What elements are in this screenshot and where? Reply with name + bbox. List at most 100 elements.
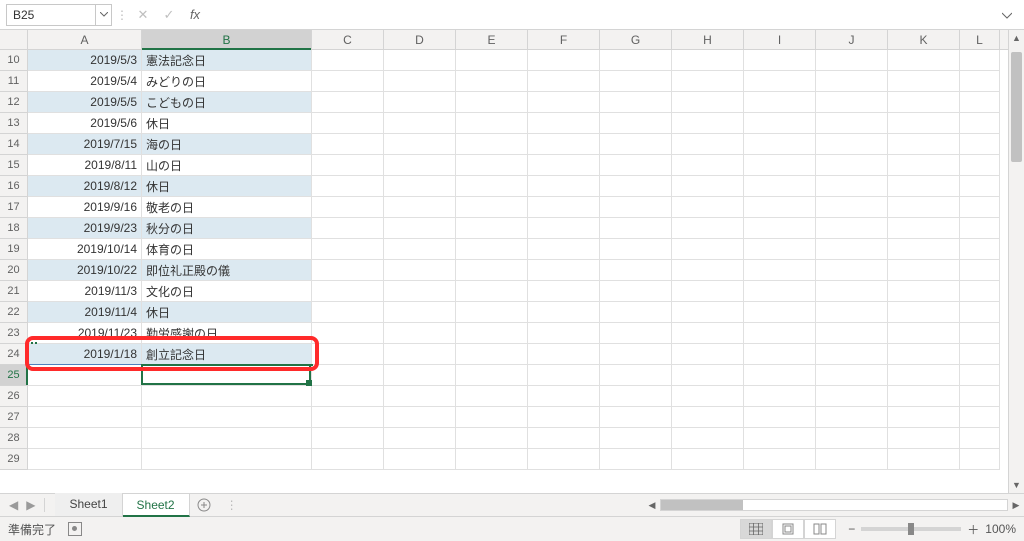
cell[interactable]: 2019/10/14: [28, 239, 142, 260]
grid[interactable]: ABCDEFGHIJKL 102019/5/3憲法記念日112019/5/4みど…: [0, 30, 1008, 493]
cell[interactable]: [672, 428, 744, 449]
cell[interactable]: [28, 449, 142, 470]
cell[interactable]: [456, 407, 528, 428]
cell[interactable]: [456, 281, 528, 302]
cell[interactable]: 2019/1/18: [28, 344, 142, 365]
cell[interactable]: [672, 260, 744, 281]
cell[interactable]: [816, 155, 888, 176]
cell[interactable]: [816, 113, 888, 134]
row-header[interactable]: 21: [0, 281, 28, 302]
cell[interactable]: [600, 365, 672, 386]
cell[interactable]: 2019/5/5: [28, 92, 142, 113]
cell[interactable]: [456, 344, 528, 365]
cell[interactable]: 敬老の日: [142, 197, 312, 218]
cell[interactable]: [28, 428, 142, 449]
cell[interactable]: [888, 365, 960, 386]
cell[interactable]: [888, 302, 960, 323]
cell[interactable]: [960, 218, 1000, 239]
cell[interactable]: [312, 281, 384, 302]
cell[interactable]: [312, 113, 384, 134]
cell[interactable]: [456, 386, 528, 407]
cell[interactable]: [744, 365, 816, 386]
cell[interactable]: [312, 344, 384, 365]
cell[interactable]: [456, 428, 528, 449]
cell[interactable]: [744, 113, 816, 134]
cell[interactable]: 憲法記念日: [142, 50, 312, 71]
cell[interactable]: [528, 71, 600, 92]
scroll-right-icon[interactable]: ▶: [1008, 500, 1024, 511]
cell[interactable]: [600, 281, 672, 302]
cell[interactable]: [744, 428, 816, 449]
cell[interactable]: [960, 155, 1000, 176]
cell[interactable]: [816, 134, 888, 155]
cell[interactable]: [816, 449, 888, 470]
cell[interactable]: [600, 134, 672, 155]
scroll-down-icon[interactable]: ▼: [1009, 477, 1024, 493]
cell[interactable]: [600, 323, 672, 344]
sheet-tab[interactable]: Sheet2: [123, 493, 190, 517]
row-header[interactable]: 26: [0, 386, 28, 407]
column-header-i[interactable]: I: [744, 30, 816, 49]
cell[interactable]: [456, 302, 528, 323]
formula-input[interactable]: [208, 4, 1002, 26]
select-all-corner[interactable]: [0, 30, 28, 49]
cell[interactable]: [384, 92, 456, 113]
cell[interactable]: [888, 134, 960, 155]
new-sheet-button[interactable]: [190, 494, 218, 516]
cell[interactable]: [744, 323, 816, 344]
row-header[interactable]: 17: [0, 197, 28, 218]
cell[interactable]: 2019/9/16: [28, 197, 142, 218]
cell[interactable]: [672, 386, 744, 407]
cell[interactable]: [528, 302, 600, 323]
column-header-g[interactable]: G: [600, 30, 672, 49]
cell[interactable]: [384, 365, 456, 386]
cell[interactable]: [312, 50, 384, 71]
cell[interactable]: [888, 386, 960, 407]
cell[interactable]: [384, 71, 456, 92]
cell[interactable]: [384, 239, 456, 260]
cell[interactable]: [960, 92, 1000, 113]
cell[interactable]: [142, 449, 312, 470]
cell[interactable]: [600, 302, 672, 323]
cell[interactable]: [384, 176, 456, 197]
cell[interactable]: [816, 323, 888, 344]
cell[interactable]: [960, 344, 1000, 365]
name-box[interactable]: B25: [6, 4, 96, 26]
zoom-in-button[interactable]: ＋: [967, 521, 979, 538]
column-header-c[interactable]: C: [312, 30, 384, 49]
cell[interactable]: [600, 386, 672, 407]
scroll-up-icon[interactable]: ▲: [1009, 30, 1024, 46]
cell[interactable]: 休日: [142, 302, 312, 323]
view-page-layout-button[interactable]: [772, 519, 804, 539]
scroll-left-icon[interactable]: ◀: [644, 500, 660, 511]
row-header[interactable]: 22: [0, 302, 28, 323]
name-box-dropdown[interactable]: [96, 4, 112, 26]
cell[interactable]: 2019/7/15: [28, 134, 142, 155]
cell[interactable]: [672, 50, 744, 71]
cell[interactable]: 2019/5/6: [28, 113, 142, 134]
cell[interactable]: [384, 155, 456, 176]
cell[interactable]: [672, 113, 744, 134]
cell[interactable]: [528, 386, 600, 407]
cell[interactable]: [600, 92, 672, 113]
cell[interactable]: [600, 260, 672, 281]
cell[interactable]: [744, 386, 816, 407]
cell[interactable]: [888, 323, 960, 344]
cell[interactable]: 休日: [142, 176, 312, 197]
cell[interactable]: [384, 218, 456, 239]
cell[interactable]: 2019/5/3: [28, 50, 142, 71]
cell[interactable]: [528, 428, 600, 449]
cell[interactable]: [816, 71, 888, 92]
row-header[interactable]: 20: [0, 260, 28, 281]
cell[interactable]: [816, 281, 888, 302]
view-page-break-button[interactable]: [804, 519, 836, 539]
cell[interactable]: [312, 407, 384, 428]
column-header-j[interactable]: J: [816, 30, 888, 49]
cell[interactable]: [600, 218, 672, 239]
cell[interactable]: [312, 71, 384, 92]
cell[interactable]: [672, 197, 744, 218]
column-header-b[interactable]: B: [142, 30, 312, 49]
fx-button[interactable]: fx: [182, 7, 208, 22]
cell[interactable]: 2019/8/12: [28, 176, 142, 197]
cell[interactable]: [960, 302, 1000, 323]
